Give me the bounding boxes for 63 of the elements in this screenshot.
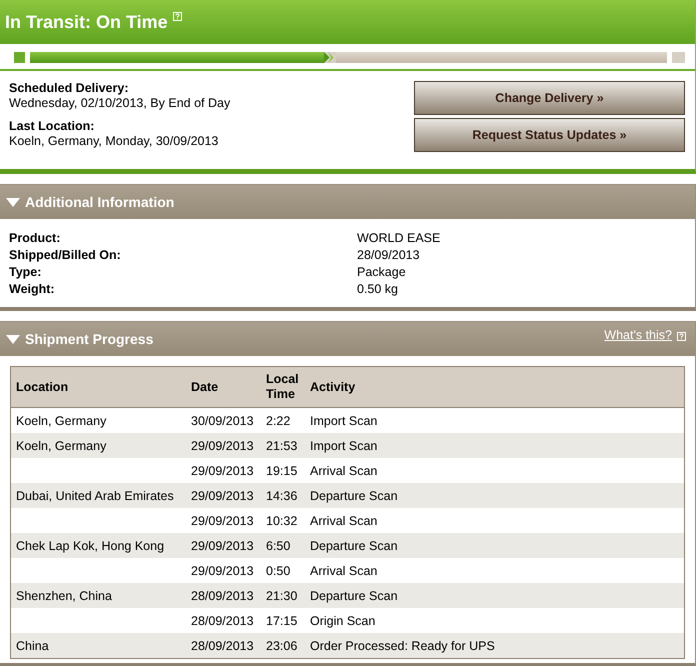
table-cell: Departure Scan <box>310 588 398 602</box>
table-cell: Koeln, Germany <box>16 438 106 452</box>
collapse-icon[interactable] <box>6 198 20 206</box>
table-cell: Arrival Scan <box>310 564 378 578</box>
table-cell: Shenzhen, China <box>16 588 112 602</box>
table-cell: Origin Scan <box>310 614 376 628</box>
action-button[interactable]: Change Delivery » <box>414 81 685 115</box>
collapse-icon[interactable] <box>6 334 20 344</box>
column-header: Local Time <box>266 372 299 401</box>
table-cell: 30/09/2013 <box>191 414 254 428</box>
table-cell: Koeln, Germany <box>16 414 106 428</box>
table-cell: 21:30 <box>266 588 298 602</box>
action-button[interactable]: Request Status Updates » <box>414 118 685 152</box>
table-cell: China <box>16 638 49 652</box>
column-header: Date <box>191 380 218 394</box>
table-cell: 21:53 <box>266 438 298 452</box>
table-cell: 29/09/2013 <box>191 488 254 502</box>
table-cell: 19:15 <box>266 464 298 478</box>
table-cell: 28/09/2013 <box>191 588 254 602</box>
table-cell: 17:15 <box>266 614 298 628</box>
column-header: Activity <box>310 380 356 394</box>
column-header: Location <box>16 380 68 394</box>
status-title: In Transit: On Time <box>5 12 168 32</box>
table-cell: Arrival Scan <box>310 514 378 528</box>
field-label: Type: <box>9 264 42 281</box>
table-cell: 6:50 <box>266 538 290 552</box>
table-cell: 28/09/2013 <box>191 638 254 652</box>
help-icon[interactable] <box>172 12 182 20</box>
table-cell: Chek Lap Kok, Hong Kong <box>16 538 164 552</box>
table-cell: 10:32 <box>266 514 298 528</box>
field-label: Product: <box>9 230 62 247</box>
field-label: Weight: <box>9 281 56 298</box>
table-cell: 29/09/2013 <box>191 564 254 578</box>
field-value: 28/09/2013 <box>357 247 421 264</box>
table-cell: Dubai, United Arab Emirates <box>16 488 174 502</box>
table-cell: 2:22 <box>266 414 290 428</box>
table-cell: Arrival Scan <box>310 464 378 478</box>
table-cell: Import Scan <box>310 414 378 428</box>
delivery-value: Koeln, Germany, Monday, 30/09/2013 <box>9 134 220 149</box>
progress-start-segment <box>14 52 25 63</box>
delivery-value: Wednesday, 02/10/2013, By End of Day <box>9 96 232 111</box>
table-cell: 23:06 <box>266 638 298 652</box>
table-cell: Departure Scan <box>310 538 398 552</box>
table-cell: Departure Scan <box>310 488 398 502</box>
table-cell: 0:50 <box>266 564 290 578</box>
table-cell: Import Scan <box>310 438 378 452</box>
table-cell: 28/09/2013 <box>191 614 254 628</box>
field-value: 0.50 kg <box>357 281 400 298</box>
help-icon[interactable] <box>677 332 686 341</box>
field-value: Package <box>357 264 407 281</box>
table-cell: 29/09/2013 <box>191 438 254 452</box>
delivery-label: Scheduled Delivery: <box>9 81 130 96</box>
table-cell: 29/09/2013 <box>191 538 254 552</box>
progress-end-segment <box>672 52 685 63</box>
field-label: Shipped/Billed On: <box>9 247 122 264</box>
field-value: WORLD EASE <box>357 230 442 247</box>
table-cell: 14:36 <box>266 488 298 502</box>
section-title: Shipment Progress <box>25 331 154 347</box>
table-cell: Order Processed: Ready for UPS <box>310 638 495 652</box>
table-cell: 29/09/2013 <box>191 464 254 478</box>
delivery-label: Last Location: <box>9 119 96 134</box>
table-cell: 29/09/2013 <box>191 514 254 528</box>
section-title: Additional Information <box>25 194 174 210</box>
